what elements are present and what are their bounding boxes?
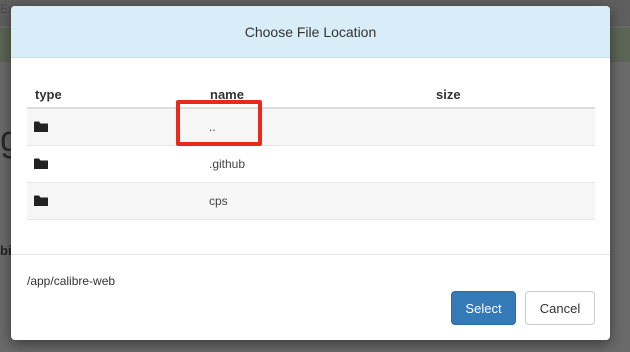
background-label: bi (0, 243, 12, 258)
file-name[interactable]: .github (209, 157, 245, 171)
folder-icon (34, 195, 48, 206)
column-header-type[interactable]: type (35, 87, 62, 102)
footer-divider (11, 254, 610, 255)
table-row[interactable]: cps (27, 183, 595, 220)
dialog-header: Choose File Location (11, 6, 610, 58)
cancel-button[interactable]: Cancel (525, 291, 595, 325)
choose-file-location-dialog: Choose File Location type name size .. .… (11, 6, 610, 340)
annotation-highlight-box (176, 100, 262, 146)
column-header-size[interactable]: size (436, 87, 461, 102)
table-header: type name size (27, 82, 595, 109)
folder-icon (34, 121, 48, 132)
table-row[interactable]: .. (27, 109, 595, 146)
select-button[interactable]: Select (451, 291, 516, 325)
folder-icon (34, 158, 48, 169)
table-row[interactable]: .github (27, 146, 595, 183)
dialog-title: Choose File Location (244, 23, 377, 40)
current-path: /app/calibre-web (27, 274, 116, 288)
file-table: type name size .. .github cps (27, 82, 595, 220)
file-name[interactable]: cps (209, 194, 228, 208)
